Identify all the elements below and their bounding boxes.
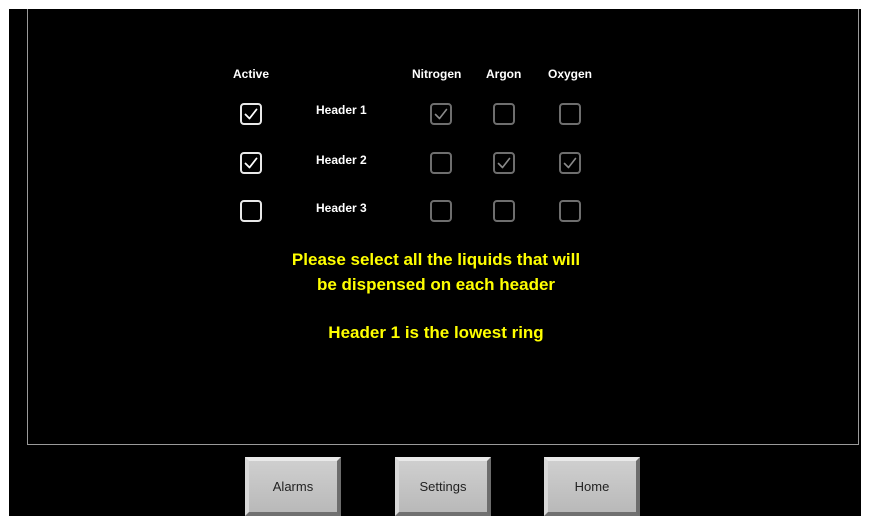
checkmark-icon: [244, 108, 258, 120]
instruction-text: Please select all the liquids that will …: [10, 247, 862, 297]
instruction-line-2: be dispensed on each header: [316, 275, 556, 294]
lowest-ring-note: Header 1 is the lowest ring: [328, 323, 544, 342]
checkmark-icon: [497, 157, 511, 169]
header-2-label: Header 2: [316, 153, 367, 167]
column-header-nitrogen: Nitrogen: [412, 67, 462, 81]
header-1-oxygen-checkbox[interactable]: [559, 103, 581, 125]
checkmark-icon: [434, 108, 448, 120]
header-3-argon-checkbox[interactable]: [493, 200, 515, 222]
column-header-active: Active: [233, 67, 270, 81]
header-3-nitrogen-checkbox[interactable]: [430, 200, 452, 222]
checkmark-icon: [563, 157, 577, 169]
settings-button[interactable]: Settings: [395, 457, 491, 516]
content-panel: Active Nitrogen Argon Oxygen Header 1 He…: [27, 9, 859, 445]
header-2-active-checkbox[interactable]: [240, 152, 262, 174]
column-header-oxygen: Oxygen: [548, 67, 593, 81]
header-2-argon-checkbox[interactable]: [493, 152, 515, 174]
header-3-active-checkbox[interactable]: [240, 200, 262, 222]
home-button[interactable]: Home: [544, 457, 640, 516]
header-1-active-checkbox[interactable]: [240, 103, 262, 125]
header-2-oxygen-checkbox[interactable]: [559, 152, 581, 174]
header-1-nitrogen-checkbox[interactable]: [430, 103, 452, 125]
header-1-argon-checkbox[interactable]: [493, 103, 515, 125]
hmi-screen: Active Nitrogen Argon Oxygen Header 1 He…: [9, 9, 861, 516]
header-1-label: Header 1: [316, 103, 367, 117]
header-2-nitrogen-checkbox[interactable]: [430, 152, 452, 174]
instruction-line-1: Please select all the liquids that will: [291, 250, 581, 269]
column-header-argon: Argon: [486, 67, 522, 81]
checkmark-icon: [244, 157, 258, 169]
alarms-button[interactable]: Alarms: [245, 457, 341, 516]
header-3-label: Header 3: [316, 201, 367, 215]
header-3-oxygen-checkbox[interactable]: [559, 200, 581, 222]
